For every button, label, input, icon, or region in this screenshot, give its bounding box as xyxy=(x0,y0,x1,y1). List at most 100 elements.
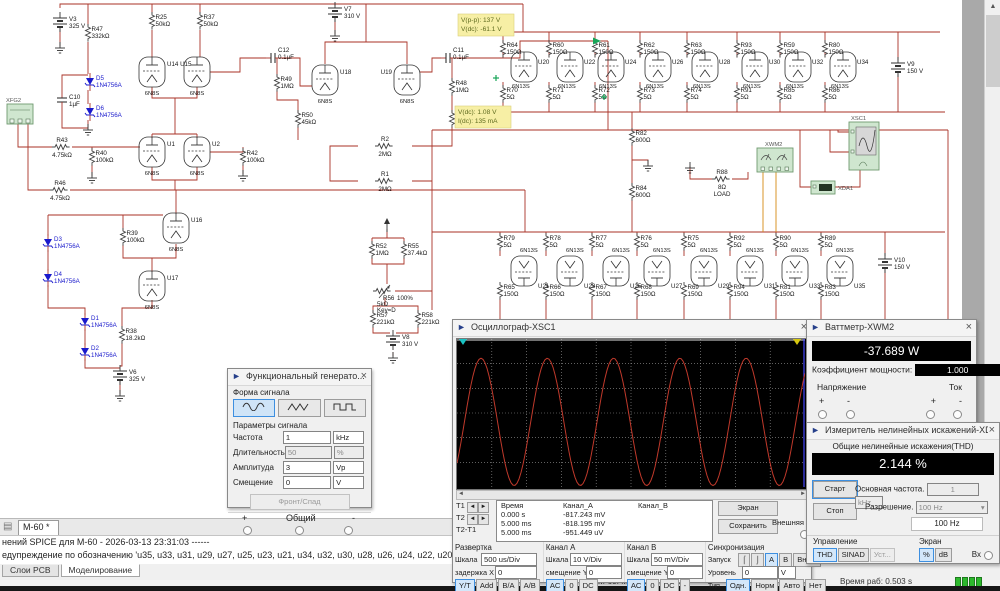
wire[interactable] xyxy=(732,172,748,179)
resistor-R42[interactable] xyxy=(241,148,246,166)
wire[interactable] xyxy=(330,146,358,181)
wire[interactable] xyxy=(120,343,122,366)
distortion-analyzer-window[interactable]: ► Измеритель нелинейных искажений-XDA1 ×… xyxy=(806,422,1000,564)
wire[interactable] xyxy=(60,4,523,8)
fgen-param-value[interactable]: 0 xyxy=(283,476,331,489)
resistor-R84[interactable] xyxy=(630,183,635,201)
chb-y-field[interactable]: 0 xyxy=(667,566,703,579)
resistor-R89[interactable] xyxy=(819,233,824,251)
thd-titlebar[interactable]: ► Измеритель нелинейных искажений-XDA1 × xyxy=(807,423,999,440)
resistor-R46[interactable] xyxy=(50,188,68,193)
resistor-R80[interactable] xyxy=(823,40,828,58)
timebase-x-field[interactable]: 0 xyxy=(495,566,537,579)
fgen-param-unit[interactable]: Vp xyxy=(333,461,364,474)
resistor-R2[interactable] xyxy=(375,144,393,149)
thd-control-SINAD[interactable]: SINAD xyxy=(838,548,869,562)
wire[interactable] xyxy=(835,170,860,187)
resistor-R74[interactable] xyxy=(685,85,690,103)
wire[interactable] xyxy=(85,359,120,368)
scope-screen[interactable] xyxy=(456,338,808,490)
trigger-edge-⌡[interactable]: ⌡ xyxy=(751,553,764,567)
trigger-edge-B[interactable]: B xyxy=(779,553,792,567)
cha-y-field[interactable]: 0 xyxy=(586,566,622,579)
resistor-R49[interactable] xyxy=(275,74,280,92)
resistor-R51[interactable] xyxy=(450,110,455,128)
resistor-R72[interactable] xyxy=(593,85,598,103)
trigger-type-Норм[interactable]: Норм xyxy=(751,579,778,591)
resistor-R58[interactable] xyxy=(416,310,421,328)
chb-mode-0[interactable]: 0 xyxy=(646,579,658,591)
wire[interactable] xyxy=(210,58,266,72)
voltage-minus-terminal[interactable] xyxy=(846,410,855,419)
resistor-R64[interactable] xyxy=(501,40,506,58)
stop-button[interactable]: Стоп xyxy=(813,503,857,520)
close-icon[interactable]: × xyxy=(361,370,367,382)
wire[interactable] xyxy=(28,124,50,190)
resistor-R37[interactable] xyxy=(198,12,203,30)
resistor-R48[interactable] xyxy=(450,78,455,96)
scroll-left-icon[interactable]: ◄ xyxy=(458,491,464,498)
trigger-level-field[interactable]: 0 xyxy=(742,566,778,579)
potentiometer-R56[interactable] xyxy=(373,289,391,294)
wire[interactable] xyxy=(800,130,811,187)
resistor-R93[interactable] xyxy=(735,40,740,58)
timebase-mode-A/B[interactable]: A/B xyxy=(520,579,540,591)
wire[interactable] xyxy=(373,327,390,333)
trigger-type-Одн.[interactable]: Одн. xyxy=(726,579,750,591)
fgen-param-unit[interactable]: kHz xyxy=(333,431,364,444)
wire[interactable] xyxy=(18,124,52,147)
resistor-R62[interactable] xyxy=(638,40,643,58)
wire[interactable] xyxy=(420,58,441,72)
tab-pcb-layers[interactable]: Слои PCB xyxy=(2,565,59,577)
resistor-R63[interactable] xyxy=(685,40,690,58)
wire[interactable] xyxy=(48,285,85,315)
start-button[interactable]: Старт xyxy=(813,481,857,498)
minus-terminal[interactable] xyxy=(344,526,353,535)
wire[interactable] xyxy=(455,41,608,58)
zener-diode-D6[interactable] xyxy=(86,108,94,115)
chb-scale-field[interactable]: 50 mV/Div xyxy=(651,553,703,566)
wire[interactable] xyxy=(277,91,298,113)
cha-scale-field[interactable]: 10 V/Div xyxy=(570,553,622,566)
cha-mode-AC[interactable]: AC xyxy=(546,579,565,591)
square-wave-button[interactable] xyxy=(324,399,366,417)
triangle-wave-button[interactable] xyxy=(278,399,320,417)
resistor-R38[interactable] xyxy=(120,326,125,344)
trigger-edge-⌠[interactable]: ⌠ xyxy=(738,553,751,567)
timebase-mode-B/A[interactable]: B/A xyxy=(498,579,518,591)
resistor-R82[interactable] xyxy=(630,128,635,146)
current-minus-terminal[interactable] xyxy=(953,410,962,419)
resistor-R43[interactable] xyxy=(52,145,70,150)
resistor-R78[interactable] xyxy=(544,233,549,251)
tab-simulation[interactable]: Моделирование xyxy=(61,564,141,577)
trigger-type-Нет[interactable]: Нет xyxy=(805,579,826,591)
resistor-R73[interactable] xyxy=(638,85,643,103)
cha-mode-0[interactable]: 0 xyxy=(565,579,577,591)
rise-fall-button[interactable]: Фронт/Спад xyxy=(250,494,350,510)
wire[interactable] xyxy=(632,145,648,164)
t2-right-button[interactable]: ► xyxy=(478,514,489,525)
resistor-R59[interactable] xyxy=(778,40,783,58)
resistor-R50[interactable] xyxy=(296,110,301,128)
chb-mode-AC[interactable]: AC xyxy=(627,579,646,591)
trigger-level-unit[interactable]: V xyxy=(778,566,796,579)
zener-diode-D3[interactable] xyxy=(44,239,52,246)
chb-mode--[interactable]: - xyxy=(680,579,691,591)
resistor-R70[interactable] xyxy=(501,85,506,103)
timebase-mode-Add[interactable]: Add xyxy=(476,579,498,591)
trigger-type-Авто[interactable]: Авто xyxy=(779,579,804,591)
zener-diode-D2[interactable] xyxy=(81,348,89,355)
wire[interactable] xyxy=(396,327,418,333)
wire[interactable] xyxy=(62,108,88,128)
resistor-R57[interactable] xyxy=(371,310,376,328)
thd-control-THD[interactable]: THD xyxy=(813,548,837,562)
resistor-R76[interactable] xyxy=(635,233,640,251)
fgen-param-value[interactable]: 3 xyxy=(283,461,331,474)
trigger-edge-A[interactable]: A xyxy=(765,553,778,567)
resistor-R55[interactable] xyxy=(402,241,407,259)
fundamental-freq-field[interactable]: 1 xyxy=(927,483,979,496)
resistor-R75[interactable] xyxy=(682,233,687,251)
wire[interactable] xyxy=(372,258,404,264)
resistor-R90[interactable] xyxy=(774,233,779,251)
resistor-R25[interactable] xyxy=(150,12,155,30)
